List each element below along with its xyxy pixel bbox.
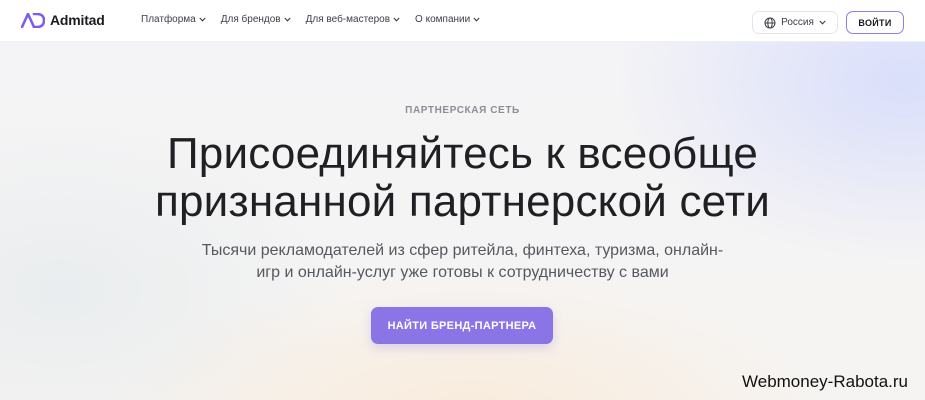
login-button[interactable]: ВОЙТИ	[846, 11, 904, 34]
nav-label: Платформа	[141, 14, 196, 25]
logo[interactable]: Admitad	[21, 12, 105, 28]
nav-item-platform[interactable]: Платформа	[141, 14, 206, 25]
region-selector[interactable]: Россия	[752, 11, 838, 34]
nav-label: Для брендов	[220, 14, 281, 25]
globe-icon	[764, 17, 776, 28]
hero-subtitle-line: игр и онлайн-услуг уже готовы к сотрудни…	[256, 264, 669, 281]
hero-subtitle: Тысячи рекламодателей из сфер ритейла, ф…	[0, 240, 925, 284]
nav-label: Для веб-мастеров	[305, 14, 391, 25]
find-brand-partner-button[interactable]: НАЙТИ БРЕНД-ПАРТНЕРА	[371, 307, 553, 344]
chevron-down-icon	[473, 17, 480, 22]
hero-title-line: признанной партнерской сети	[154, 177, 771, 226]
chevron-down-icon	[393, 17, 400, 22]
site-header: Admitad Платформа Для брендов Для веб-ма…	[0, 0, 925, 42]
chevron-down-icon	[284, 17, 291, 22]
watermark-text: Webmoney-Rabota.ru	[742, 372, 908, 391]
admitad-logo-icon	[21, 12, 45, 28]
chevron-down-icon	[819, 20, 826, 25]
region-label: Россия	[781, 17, 814, 28]
nav-item-brands[interactable]: Для брендов	[221, 14, 291, 25]
hero-eyebrow: ПАРТНЕРСКАЯ СЕТЬ	[405, 105, 520, 116]
hero-title-line: Присоединяйтесь к всеобще	[166, 129, 759, 178]
nav-label: О компании	[415, 14, 471, 25]
main-nav: Платформа Для брендов Для веб-мастеров О…	[141, 14, 495, 25]
logo-text: Admitad	[50, 12, 105, 28]
nav-item-webmasters[interactable]: Для веб-мастеров	[306, 14, 400, 25]
nav-item-company[interactable]: О компании	[415, 14, 480, 25]
hero-title: Присоединяйтесь к всеобще признанной пар…	[0, 130, 925, 226]
hero-subtitle-line: Тысячи рекламодателей из сфер ритейла, ф…	[201, 242, 724, 259]
chevron-down-icon	[199, 17, 206, 22]
